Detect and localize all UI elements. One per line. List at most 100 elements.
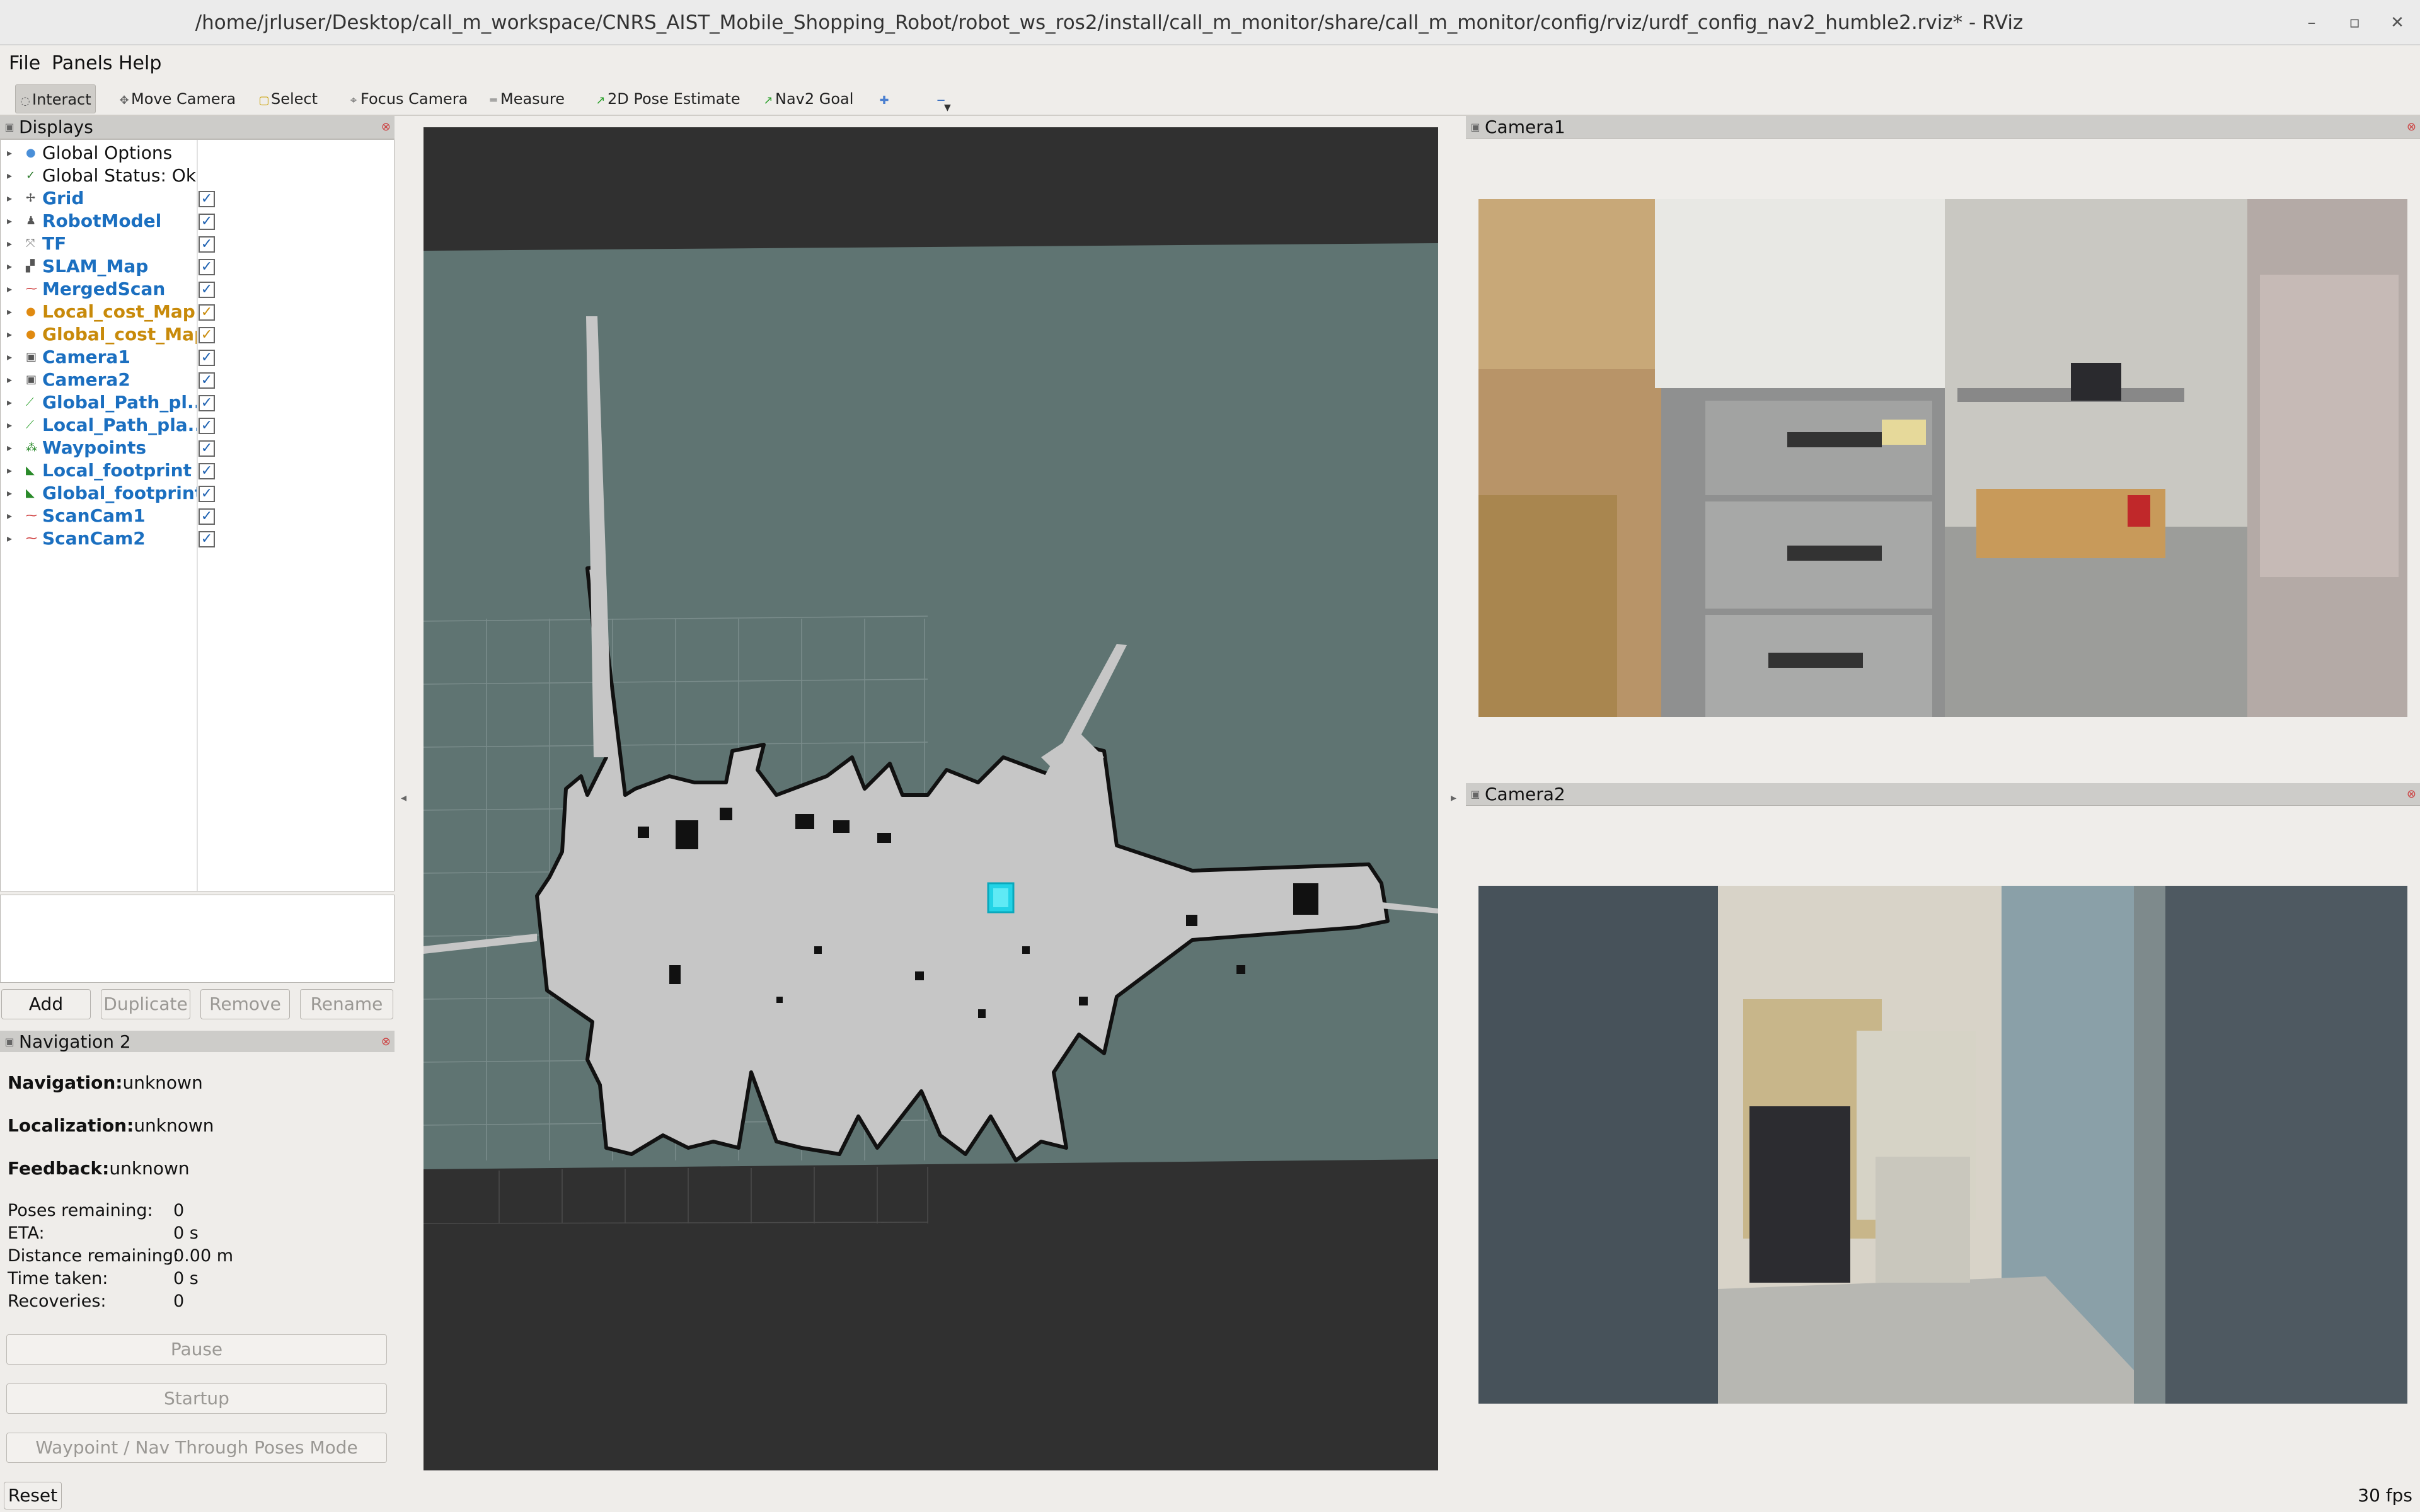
status-ok-icon: ✓ bbox=[26, 169, 36, 182]
tool-nav2-goal[interactable]: ↗ Nav2 Goal bbox=[759, 84, 857, 113]
expand-arrow-icon[interactable]: ▸ bbox=[7, 437, 12, 459]
menu-help[interactable]: Help bbox=[118, 45, 161, 82]
tool-move-camera[interactable]: ✥ Move Camera bbox=[115, 84, 239, 113]
add-display-button[interactable]: Add bbox=[1, 989, 91, 1019]
enable-checkbox[interactable]: ✓ bbox=[199, 304, 215, 321]
expand-arrow-icon[interactable]: ▸ bbox=[7, 323, 12, 346]
panel-float-icon[interactable]: ▣ bbox=[1466, 116, 1485, 139]
enable-checkbox[interactable]: ✓ bbox=[199, 191, 215, 207]
display-item-global-options[interactable]: ▸ ● Global Options bbox=[1, 142, 391, 164]
panel-float-icon[interactable]: ▣ bbox=[0, 1031, 19, 1053]
expand-arrow-icon[interactable]: ▸ bbox=[7, 142, 12, 164]
expand-arrow-icon[interactable]: ▸ bbox=[7, 369, 12, 391]
display-item-camera1[interactable]: ▸ ▣ Camera1 ✓ bbox=[1, 346, 391, 369]
display-item-global-footprint[interactable]: ▸ ◣ Global_footprint ✓ bbox=[1, 482, 391, 505]
expand-arrow-icon[interactable]: ▸ bbox=[7, 164, 12, 187]
enable-checkbox[interactable]: ✓ bbox=[199, 395, 215, 411]
startup-button[interactable]: Startup bbox=[6, 1383, 387, 1414]
display-item-camera2[interactable]: ▸ ▣ Camera2 ✓ bbox=[1, 369, 391, 391]
expand-arrow-icon[interactable]: ▸ bbox=[7, 255, 12, 278]
display-item-scancam2[interactable]: ▸ ⁓ ScanCam2 ✓ bbox=[1, 527, 391, 550]
grid-lines-lower bbox=[423, 1167, 928, 1224]
render-3d-view[interactable] bbox=[423, 127, 1438, 1470]
display-item-mergedscan[interactable]: ▸ ⁓ MergedScan ✓ bbox=[1, 278, 391, 301]
reset-button[interactable]: Reset bbox=[4, 1482, 62, 1509]
enable-checkbox[interactable]: ✓ bbox=[199, 486, 215, 502]
enable-checkbox[interactable]: ✓ bbox=[199, 372, 215, 389]
enable-checkbox[interactable]: ✓ bbox=[199, 418, 215, 434]
rename-display-button[interactable]: Rename bbox=[300, 989, 393, 1019]
enable-checkbox[interactable]: ✓ bbox=[199, 214, 215, 230]
tool-measure[interactable]: ═ Measure bbox=[484, 84, 568, 113]
minimize-icon[interactable]: – bbox=[2289, 0, 2334, 45]
panel-close-icon[interactable]: ⊗ bbox=[2407, 116, 2416, 139]
display-item-robotmodel[interactable]: ▸ ♟ RobotModel ✓ bbox=[1, 210, 391, 232]
waypoint-mode-button[interactable]: Waypoint / Nav Through Poses Mode bbox=[6, 1433, 387, 1463]
expand-arrow-icon[interactable]: ▸ bbox=[7, 482, 12, 505]
display-item-global-status-ok[interactable]: ▸ ✓ Global Status: Ok bbox=[1, 164, 391, 187]
display-item-scancam1[interactable]: ▸ ⁓ ScanCam1 ✓ bbox=[1, 505, 391, 527]
enable-checkbox[interactable]: ✓ bbox=[199, 531, 215, 547]
enable-checkbox[interactable]: ✓ bbox=[199, 236, 215, 253]
panel-float-icon[interactable]: ▣ bbox=[1466, 783, 1485, 806]
camera2-image-svg bbox=[1478, 886, 2407, 1404]
expand-arrow-icon[interactable]: ▸ bbox=[7, 301, 12, 323]
expand-arrow-icon[interactable]: ▸ bbox=[7, 391, 12, 414]
display-item-slam-map[interactable]: ▸ ▞ SLAM_Map ✓ bbox=[1, 255, 391, 278]
camera1-panel-title: Camera1 bbox=[1485, 117, 1565, 137]
map-render-svg[interactable] bbox=[423, 127, 1438, 1470]
expand-arrow-icon[interactable]: ▸ bbox=[7, 414, 12, 437]
panel-close-icon[interactable]: ⊗ bbox=[381, 1031, 391, 1053]
expand-arrow-icon[interactable]: ▸ bbox=[7, 459, 12, 482]
tool-interact[interactable]: ◌ Interact bbox=[15, 84, 96, 113]
enable-checkbox[interactable]: ✓ bbox=[199, 327, 215, 343]
close-icon[interactable]: ✕ bbox=[2375, 0, 2420, 45]
enable-checkbox[interactable]: ✓ bbox=[199, 282, 215, 298]
tool-label: Focus Camera bbox=[360, 90, 468, 108]
tool-focus-camera[interactable]: ⌖ Focus Camera bbox=[344, 84, 471, 113]
pause-button[interactable]: Pause bbox=[6, 1334, 387, 1365]
display-item-global-cost-map[interactable]: ▸ ● Global_cost_Map ✓ bbox=[1, 323, 391, 346]
menu-file[interactable]: File bbox=[9, 45, 40, 82]
enable-checkbox[interactable]: ✓ bbox=[199, 440, 215, 457]
enable-checkbox[interactable]: ✓ bbox=[199, 350, 215, 366]
display-item-waypoints[interactable]: ▸ ⁂ Waypoints ✓ bbox=[1, 437, 391, 459]
panel-close-icon[interactable]: ⊗ bbox=[381, 116, 391, 139]
display-item-tf[interactable]: ▸ ⤧ TF ✓ bbox=[1, 232, 391, 255]
navigation-panel-header: ▣ Navigation 2 ⊗ bbox=[0, 1031, 395, 1053]
duplicate-display-button[interactable]: Duplicate bbox=[101, 989, 190, 1019]
enable-checkbox[interactable]: ✓ bbox=[199, 508, 215, 525]
feedback-value: unknown bbox=[109, 1158, 190, 1179]
feedback-status: Feedback:unknown bbox=[8, 1158, 190, 1179]
display-item-grid[interactable]: ▸ ✢ Grid ✓ bbox=[1, 187, 391, 210]
camera2-image bbox=[1478, 886, 2407, 1404]
display-item-global-path-pl[interactable]: ▸ ⟋ Global_Path_pl... ✓ bbox=[1, 391, 391, 414]
enable-checkbox[interactable]: ✓ bbox=[199, 463, 215, 479]
grid-icon: ✢ bbox=[26, 192, 36, 205]
left-splitter-handle-icon[interactable]: ◂ bbox=[401, 791, 406, 805]
add-tool-button[interactable]: ✚ bbox=[875, 84, 895, 113]
display-item-local-path-pla[interactable]: ▸ ⟋ Local_Path_pla... ✓ bbox=[1, 414, 391, 437]
expand-arrow-icon[interactable]: ▸ bbox=[7, 527, 12, 550]
tool-select[interactable]: ▢ Select bbox=[255, 84, 321, 113]
panel-float-icon[interactable]: ▣ bbox=[0, 116, 19, 139]
expand-arrow-icon[interactable]: ▸ bbox=[7, 232, 12, 255]
stat-value: 0.00 m bbox=[173, 1246, 234, 1266]
panel-close-icon[interactable]: ⊗ bbox=[2407, 783, 2416, 806]
expand-arrow-icon[interactable]: ▸ bbox=[7, 346, 12, 369]
expand-arrow-icon[interactable]: ▸ bbox=[7, 210, 12, 232]
enable-checkbox[interactable]: ✓ bbox=[199, 259, 215, 275]
maximize-icon[interactable]: ▫ bbox=[2332, 0, 2377, 45]
menu-panels[interactable]: Panels bbox=[52, 45, 113, 82]
remove-tool-button[interactable]: − ▼ bbox=[931, 84, 952, 113]
display-item-local-cost-map[interactable]: ▸ ● Local_cost_Map ✓ bbox=[1, 301, 391, 323]
camera-icon: ▣ bbox=[26, 373, 37, 386]
tool-2d-pose-estimate[interactable]: ↗ 2D Pose Estimate bbox=[591, 84, 744, 113]
remove-display-button[interactable]: Remove bbox=[200, 989, 290, 1019]
tool-label: Interact bbox=[32, 91, 91, 108]
expand-arrow-icon[interactable]: ▸ bbox=[7, 278, 12, 301]
display-item-local-footprint[interactable]: ▸ ◣ Local_footprint ✓ bbox=[1, 459, 391, 482]
right-splitter-handle-icon[interactable]: ▸ bbox=[1451, 791, 1456, 805]
expand-arrow-icon[interactable]: ▸ bbox=[7, 505, 12, 527]
expand-arrow-icon[interactable]: ▸ bbox=[7, 187, 12, 210]
